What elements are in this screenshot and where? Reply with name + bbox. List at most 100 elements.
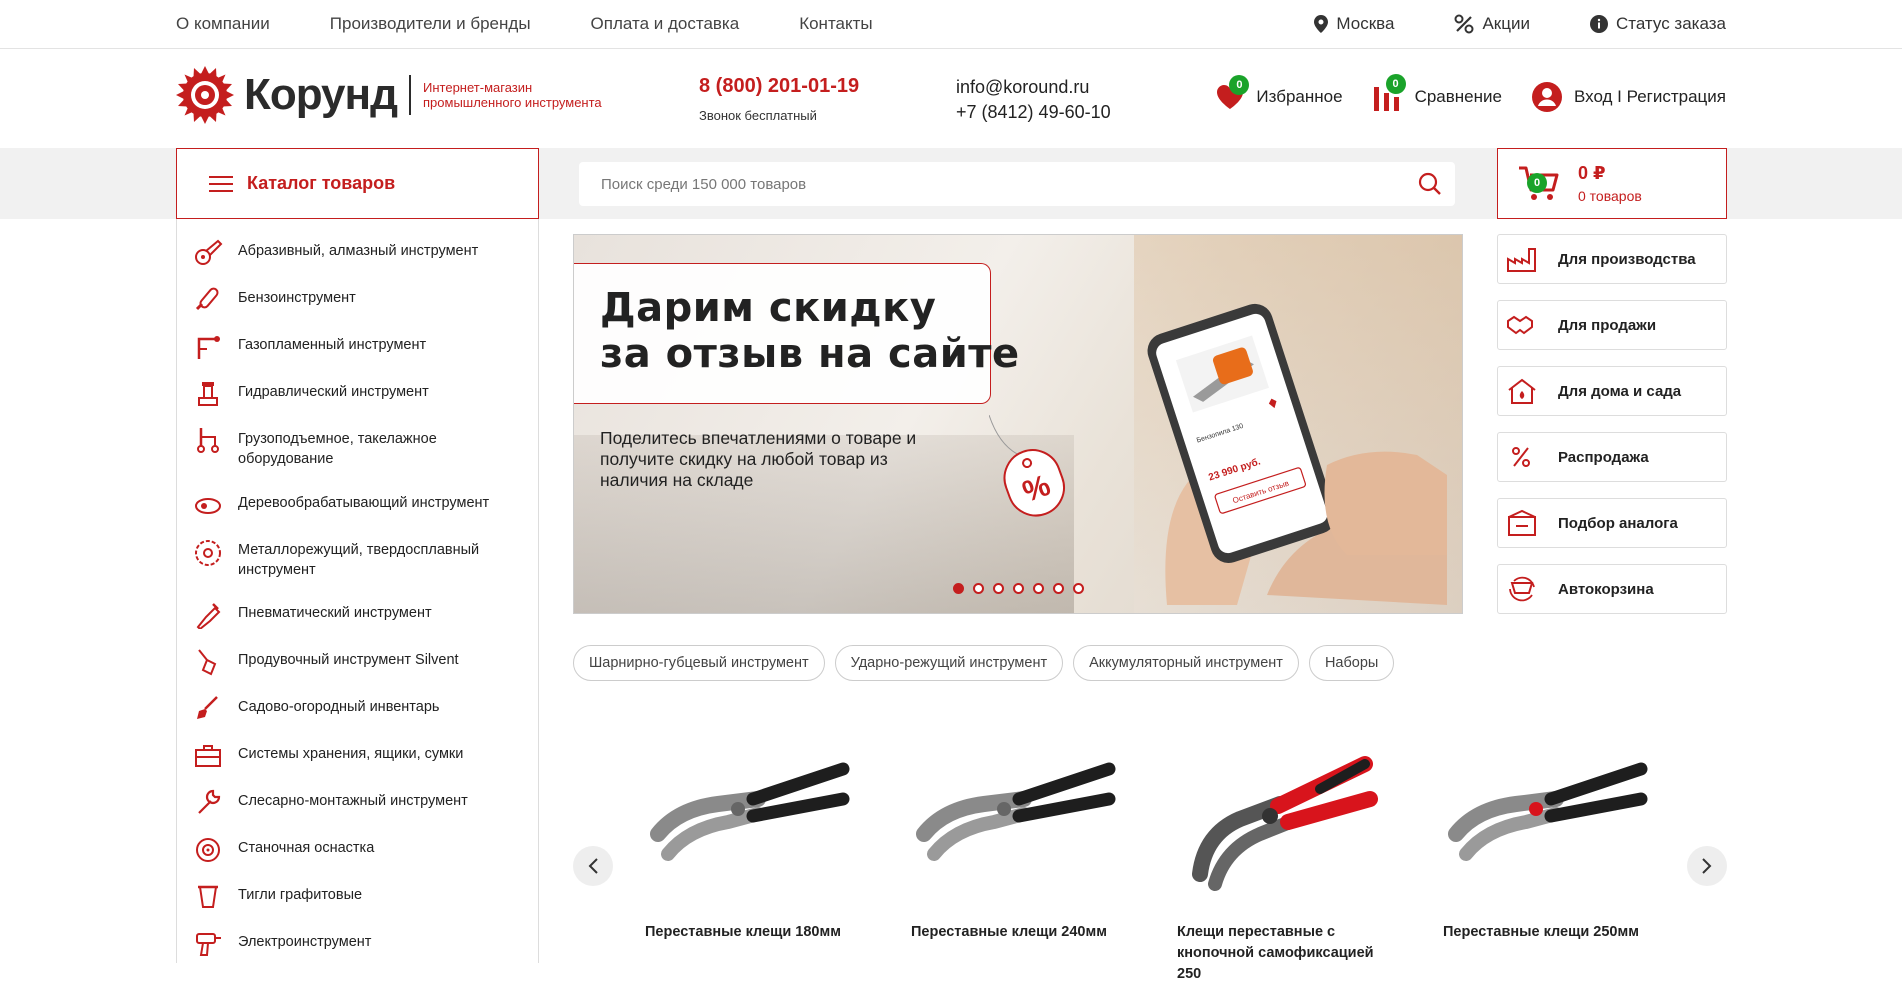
pliers-icon (1192, 756, 1378, 891)
percent-icon (1512, 447, 1530, 467)
shortcut-resale[interactable]: Для продажи (1497, 300, 1727, 350)
sidebar-item-lifting[interactable]: Грузоподъемное, такелажное оборудование (177, 428, 508, 469)
sidebar-item-power[interactable]: Электроинструмент (177, 932, 508, 958)
compare-badge: 0 (1385, 74, 1406, 94)
phone-number[interactable]: 8 (800) 201-01-19 (699, 75, 859, 98)
sidebar-item-crucibles[interactable]: Тигли графитовые (177, 885, 508, 911)
location-pin-icon (1314, 15, 1329, 33)
catalog-sidebar: Абразивный, алмазный инструмент Бензоинс… (176, 219, 539, 963)
product-image[interactable] (1431, 714, 1661, 914)
catalog-button[interactable]: Каталог товаров (176, 148, 539, 219)
chip-impact-cutting[interactable]: Ударно-режущий инструмент (834, 645, 1064, 681)
subcategory-chips: Шарнирно-губцевый инструмент Ударно-режу… (573, 645, 1404, 681)
product-image[interactable] (1165, 714, 1395, 914)
search-input[interactable] (579, 162, 1405, 206)
shortcut-analog[interactable]: Подбор аналога (1497, 498, 1727, 548)
product-name[interactable]: Переставные клещи 240мм (911, 922, 1131, 943)
chip-sets[interactable]: Наборы (1308, 645, 1395, 681)
chip-pliers[interactable]: Шарнирно-губцевый инструмент (573, 645, 825, 681)
sidebar-item-gas[interactable]: Газопламенный инструмент (177, 335, 508, 361)
slider-dot[interactable] (1013, 583, 1024, 594)
carousel-next-button[interactable] (1687, 846, 1727, 886)
saw-blade-logo-icon (176, 66, 234, 124)
logo-divider (409, 75, 412, 115)
city-label: Москва (1336, 14, 1395, 33)
shortcut-sale[interactable]: Распродажа (1497, 432, 1727, 482)
shortcut-autocart[interactable]: Автокорзина (1497, 564, 1727, 614)
catalog-button-label: Каталог товаров (247, 173, 396, 193)
phone-block: 8 (800) 201-01-19 Звонок бесплатный (699, 75, 859, 123)
pliers-icon (1448, 762, 1648, 861)
nav-contacts[interactable]: Контакты (799, 14, 872, 34)
nav-delivery[interactable]: Оплата и доставка (591, 14, 740, 34)
top-bar: О компании Производители и бренды Оплата… (0, 0, 1902, 49)
login-link[interactable]: Вход I Регистрация (1531, 82, 1726, 112)
slider-dot[interactable] (1073, 583, 1084, 594)
product-name[interactable]: Переставные клещи 250мм (1443, 922, 1663, 943)
compare-link[interactable]: 0 Сравнение (1373, 74, 1502, 111)
pneumatic-gun-icon (196, 603, 221, 629)
sidebar-item-label: Грузоподъемное, такелажное оборудование (238, 431, 437, 467)
header-actions: 0 Избранное 0 Сравнение Вход I Регистрац… (1186, 74, 1726, 112)
product-name[interactable]: Переставные клещи 180мм (645, 922, 865, 943)
sidebar-item-label: Электроинструмент (238, 934, 372, 950)
slider-dot[interactable] (1053, 583, 1064, 594)
city-selector[interactable]: Москва (1314, 14, 1394, 34)
sidebar-item-pneumatic[interactable]: Пневматический инструмент (177, 603, 508, 629)
sidebar-item-label: Металлорежущий, твердосплавный инструмен… (238, 542, 480, 578)
chip-cordless[interactable]: Аккумуляторный инструмент (1073, 645, 1299, 681)
smartphone-image: Бензопила 130 23 990 руб. Оставить отзыв (1147, 303, 1447, 605)
promo-label: Акции (1482, 14, 1530, 33)
product-name[interactable]: Клещи переставные с кнопочной самофиксац… (1177, 922, 1397, 985)
sidebar-item-locksmith[interactable]: Слесарно-монтажный инструмент (177, 789, 508, 817)
slider-dot[interactable] (1033, 583, 1044, 594)
nav-brands[interactable]: Производители и бренды (330, 14, 531, 34)
contacts-block: info@koround.ru +7 (8412) 49-60-10 (956, 75, 1111, 125)
sidebar-item-label: Садово-огородный инвентарь (238, 699, 440, 715)
handle-bottom (746, 792, 850, 823)
slider-dot[interactable] (993, 583, 1004, 594)
email-link[interactable]: info@koround.ru (956, 75, 1111, 100)
slider-dot[interactable] (953, 583, 964, 594)
banner-title-line2: за отзыв на сайте (600, 331, 1020, 377)
product-image[interactable] (633, 714, 863, 914)
logo[interactable]: Корунд Интернет-магазин промышленного ин… (176, 66, 633, 124)
slider-dot[interactable] (973, 583, 984, 594)
cart-button[interactable]: 0 0 ₽ 0 товаров (1497, 148, 1727, 219)
search-box (579, 162, 1455, 206)
product-image[interactable] (899, 714, 1129, 914)
shortcut-production[interactable]: Для производства (1497, 234, 1727, 284)
sidebar-item-storage[interactable]: Системы хранения, ящики, сумки (177, 744, 508, 770)
banner-title: Дарим скидку за отзыв на сайте (600, 285, 1020, 377)
sidebar-item-garden[interactable]: Садово-огородный инвентарь (177, 696, 508, 723)
factory-icon (1507, 248, 1536, 272)
sidebar-item-petrol[interactable]: Бензоинструмент (177, 287, 508, 314)
nav-about[interactable]: О компании (176, 14, 270, 34)
sidebar-item-label: Тигли графитовые (238, 887, 363, 903)
logo-name: Корунд (244, 70, 398, 119)
sidebar-item-abrasive[interactable]: Абразивный, алмазный инструмент (177, 239, 508, 267)
search-button[interactable] (1405, 162, 1455, 206)
promo-link[interactable]: Акции (1454, 14, 1530, 34)
product-card: Переставные клещи 180мм (633, 714, 863, 940)
chevron-left-icon (588, 858, 598, 874)
banner-text: Поделитесь впечатлениями о товаре и полу… (600, 428, 917, 490)
top-right-links: Москва Акции Статус заказа (1254, 0, 1726, 48)
shortcut-label: Для производства (1558, 250, 1696, 268)
cart-badge: 0 (1527, 173, 1547, 193)
sidebar-item-label: Газопламенный инструмент (238, 337, 427, 353)
promo-banner[interactable]: Дарим скидку за отзыв на сайте Поделитес… (573, 234, 1463, 614)
sidebar-item-hydraulic[interactable]: Гидравлический инструмент (177, 382, 508, 408)
carousel-prev-button[interactable] (573, 846, 613, 886)
sidebar-item-machine[interactable]: Станочная оснастка (177, 838, 508, 864)
order-status-label: Статус заказа (1615, 14, 1726, 33)
favorites-link[interactable]: 0 Избранное (1216, 75, 1343, 110)
phone2-link[interactable]: +7 (8412) 49-60-10 (956, 100, 1111, 125)
hamburger-icon (209, 175, 233, 192)
favorites-label: Избранное (1256, 87, 1343, 106)
sidebar-item-metalcutting[interactable]: Металлорежущий, твердосплавный инструмен… (177, 540, 508, 580)
sidebar-item-silvent[interactable]: Продувочный инструмент Silvent (177, 649, 508, 676)
sidebar-item-woodworking[interactable]: Деревообрабатывающий инструмент (177, 493, 508, 519)
order-status-link[interactable]: Статус заказа (1589, 14, 1726, 34)
shortcut-home-garden[interactable]: Для дома и сада (1497, 366, 1727, 416)
